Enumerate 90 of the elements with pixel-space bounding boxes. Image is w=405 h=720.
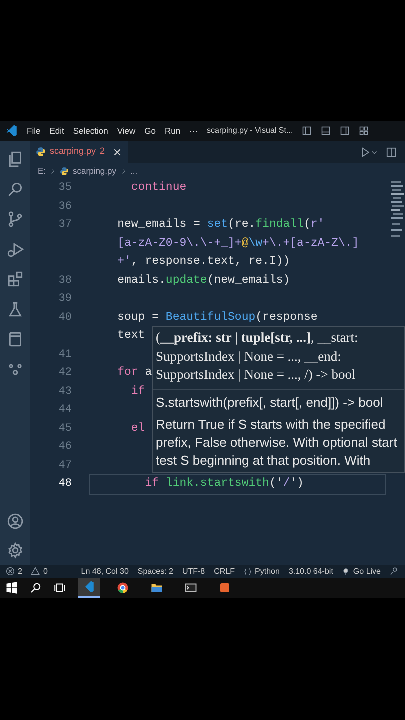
doc-text: test S beginning at that position. With xyxy=(155,452,372,470)
signature-line: (__prefix: str | tuple[str, ...], __start: xyxy=(156,329,360,347)
line-number: 37 xyxy=(58,218,72,233)
menu-item[interactable]: File xyxy=(27,124,41,138)
more-menu[interactable]: ··· xyxy=(190,124,198,138)
breadcrumb-item[interactable]: E: xyxy=(38,164,46,178)
account-icon[interactable] xyxy=(6,513,24,530)
code-line: +', response.text, re.I)) xyxy=(116,254,290,270)
signature-line: SupportsIndex | None = ..., __end: xyxy=(156,348,342,366)
error-icon[interactable] xyxy=(6,567,15,576)
vscode-logo-icon xyxy=(6,125,18,137)
menu-item[interactable]: Go xyxy=(144,124,156,138)
minimap-drawing xyxy=(391,181,404,237)
code-line: continue xyxy=(130,180,187,196)
settings-icon[interactable] xyxy=(6,542,24,559)
window-title: scarping.py - Visual St... xyxy=(207,125,294,137)
split-editor-icon[interactable] xyxy=(386,146,397,158)
files-icon[interactable] xyxy=(6,151,24,168)
python-icon xyxy=(36,147,46,157)
chevron-right-icon xyxy=(50,168,56,174)
flask-icon[interactable] xyxy=(6,301,24,318)
search-icon[interactable] xyxy=(30,582,42,594)
status-item[interactable]: UTF-8 xyxy=(182,566,206,578)
python-icon xyxy=(60,166,70,176)
terminal-icon[interactable] xyxy=(185,582,197,594)
status-item[interactable]: Python xyxy=(255,566,280,578)
taskbar-app[interactable] xyxy=(78,578,100,598)
layout-icon[interactable] xyxy=(321,126,332,136)
chevron-down-icon[interactable] xyxy=(371,148,378,156)
status-item[interactable]: Ln 48, Col 30 xyxy=(81,566,129,578)
feedback-icon[interactable] xyxy=(390,567,399,576)
doc-text: Return True if S starts with the specified xyxy=(155,416,387,434)
extensions-icon[interactable] xyxy=(6,271,24,288)
line-number: 36 xyxy=(58,200,72,214)
chrome-icon[interactable] xyxy=(117,582,129,594)
line-number: 48 xyxy=(58,477,72,492)
menu-item[interactable]: Run xyxy=(164,124,181,138)
vscode-icon[interactable] xyxy=(83,581,95,593)
dots-icon[interactable] xyxy=(6,361,24,378)
status-item[interactable]: Go Live xyxy=(353,566,381,578)
breadcrumb-item[interactable]: scarping.py xyxy=(73,164,116,178)
code-line: if xyxy=(130,384,146,400)
doc-title: S.startswith(prefix[, start[, end]]) -> bool xyxy=(155,394,384,412)
line-number: 40 xyxy=(58,310,72,326)
line-number: 46 xyxy=(58,440,72,455)
layout-icon[interactable] xyxy=(302,126,312,136)
code-line: el xyxy=(130,420,146,436)
close-icon[interactable] xyxy=(113,148,122,156)
line-number: 44 xyxy=(58,403,72,418)
task-view-icon[interactable] xyxy=(54,582,66,594)
code-line: if link.startswith('/') xyxy=(90,475,385,494)
run-icon[interactable] xyxy=(360,146,371,158)
line-number: 43 xyxy=(58,384,72,400)
folder-icon[interactable] xyxy=(151,582,163,594)
error-count[interactable]: 2 xyxy=(18,566,22,578)
doc-text: prefix, False otherwise. With optional start xyxy=(155,434,398,452)
line-number: 47 xyxy=(58,458,72,474)
menu-item[interactable]: Selection xyxy=(73,124,108,138)
code-line: soup = BeautifulSoup(response xyxy=(116,310,318,326)
warning-icon[interactable] xyxy=(31,567,40,576)
code-line: emails.update(new_emails) xyxy=(116,272,290,288)
app-icon[interactable] xyxy=(219,582,231,594)
line-number: 35 xyxy=(58,181,72,196)
line-number: 42 xyxy=(58,366,72,381)
layout-icon[interactable] xyxy=(340,126,350,136)
line-number: 38 xyxy=(58,274,72,288)
windows-start-icon[interactable] xyxy=(6,582,18,594)
line-number: 45 xyxy=(58,422,72,436)
line-number: 39 xyxy=(58,292,72,307)
layout-icon[interactable] xyxy=(359,126,370,136)
warning-count[interactable]: 0 xyxy=(43,566,48,578)
code-line: for a xyxy=(116,365,152,381)
notebook-icon[interactable] xyxy=(6,331,24,348)
status-item[interactable]: CRLF xyxy=(214,566,236,578)
menu-item[interactable]: View xyxy=(117,124,136,138)
broadcast-icon xyxy=(342,568,350,576)
code-line: [a-zA-Z0-9\.\-+_]+@\w+\.+[a-zA-Z\.] xyxy=(116,236,360,252)
code-line: text xyxy=(116,328,146,344)
signature-line: SupportsIndex | None = ..., /) -> bool xyxy=(156,366,357,384)
code-line: new_emails = set(re.findall(r' xyxy=(116,217,325,233)
status-item[interactable]: 3.10.0 64-bit xyxy=(288,566,334,578)
editor-tab[interactable]: scarping.py 2 xyxy=(30,141,128,163)
status-item[interactable]: Spaces: 2 xyxy=(138,566,174,578)
chevron-right-icon xyxy=(120,168,126,174)
breadcrumb-item[interactable]: ... xyxy=(130,164,138,178)
branch-icon[interactable] xyxy=(6,211,24,228)
run-debug-icon[interactable] xyxy=(6,241,24,258)
menu-item[interactable]: Edit xyxy=(50,124,64,138)
braces-icon xyxy=(244,568,252,576)
line-number: 41 xyxy=(58,348,72,362)
